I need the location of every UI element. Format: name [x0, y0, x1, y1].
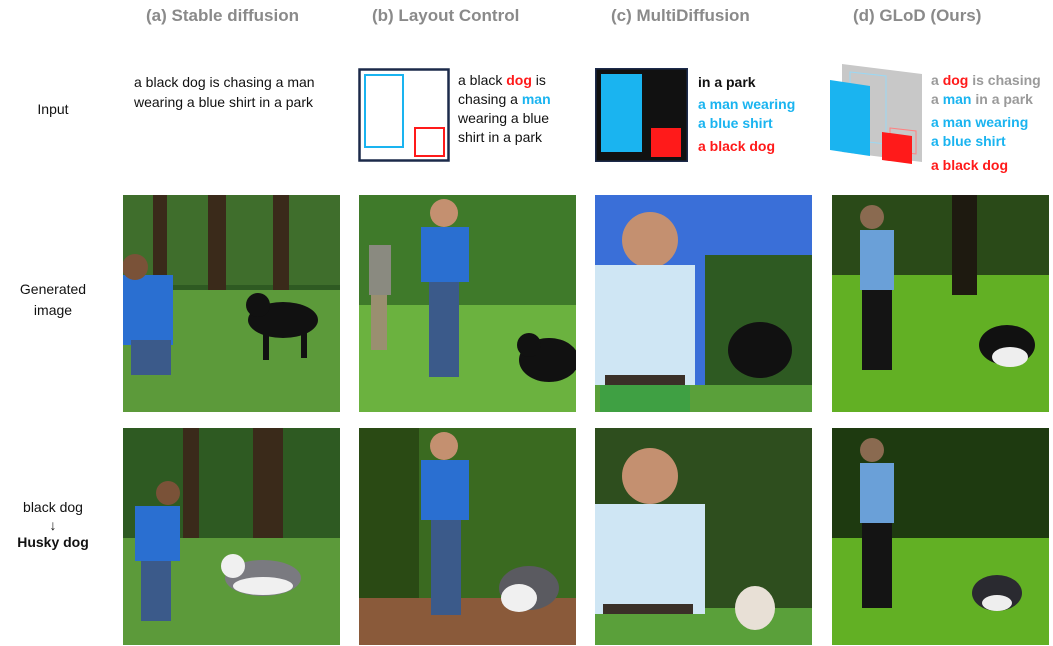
sd-prompt-line2: wearing a blue shirt in a park — [134, 94, 313, 110]
md-dog-label: a black dog — [698, 138, 776, 154]
sd-input-prompt: a black dog is chasing a man wearing a b… — [134, 72, 315, 112]
dog-mask — [651, 128, 681, 157]
row-label-edit-to: Husky dog — [17, 534, 89, 550]
column-header-stable-diffusion: (a) Stable diffusion — [146, 6, 299, 25]
multidiffusion-mask-diagram — [595, 68, 688, 162]
generated-image-layout-control — [359, 195, 576, 412]
generated-image-multidiffusion — [595, 195, 812, 412]
man-layer — [830, 80, 870, 156]
row-label-edit: black dog ↓ Husky dog — [0, 497, 106, 553]
column-header-layout-control: (b) Layout Control — [372, 6, 520, 25]
edited-image-layout-control — [359, 428, 576, 645]
edited-image-multidiffusion — [595, 428, 812, 645]
lc-dog-word: dog — [506, 72, 532, 88]
edited-image-stable-diffusion — [123, 428, 340, 645]
generated-image-glod — [832, 195, 1049, 412]
edited-image-glod — [832, 428, 1049, 645]
glod-input-prompt: a dog is chasing a man in a park a man w… — [931, 72, 1041, 173]
md-park-label: in a park — [698, 74, 756, 90]
column-header-glod: (d) GLoD (Ours) — [853, 6, 982, 25]
row-label-generated: Generated image — [0, 279, 106, 321]
sd-prompt-line1: a black dog is chasing a man — [134, 74, 315, 90]
row-label-generated-line1: Generated — [19, 281, 87, 297]
row-label-edit-from: black dog — [23, 499, 83, 515]
down-arrow-icon: ↓ — [49, 517, 57, 533]
row-label-generated-line2: image — [33, 302, 73, 318]
layout-control-layout-diagram — [358, 68, 450, 162]
generated-image-stable-diffusion — [123, 195, 340, 412]
lc-man-word: man — [521, 91, 551, 107]
glod-layer-diagram — [830, 64, 922, 164]
man-mask — [601, 74, 642, 152]
dog-layer — [882, 132, 912, 164]
row-label-input: Input — [37, 101, 69, 117]
column-header-multidiffusion: (c) MultiDiffusion — [611, 6, 750, 25]
lc-input-prompt: a black dog is chasing a man wearing a b… — [458, 72, 551, 145]
md-man-label: a man wearing a blue shirt — [698, 96, 796, 131]
